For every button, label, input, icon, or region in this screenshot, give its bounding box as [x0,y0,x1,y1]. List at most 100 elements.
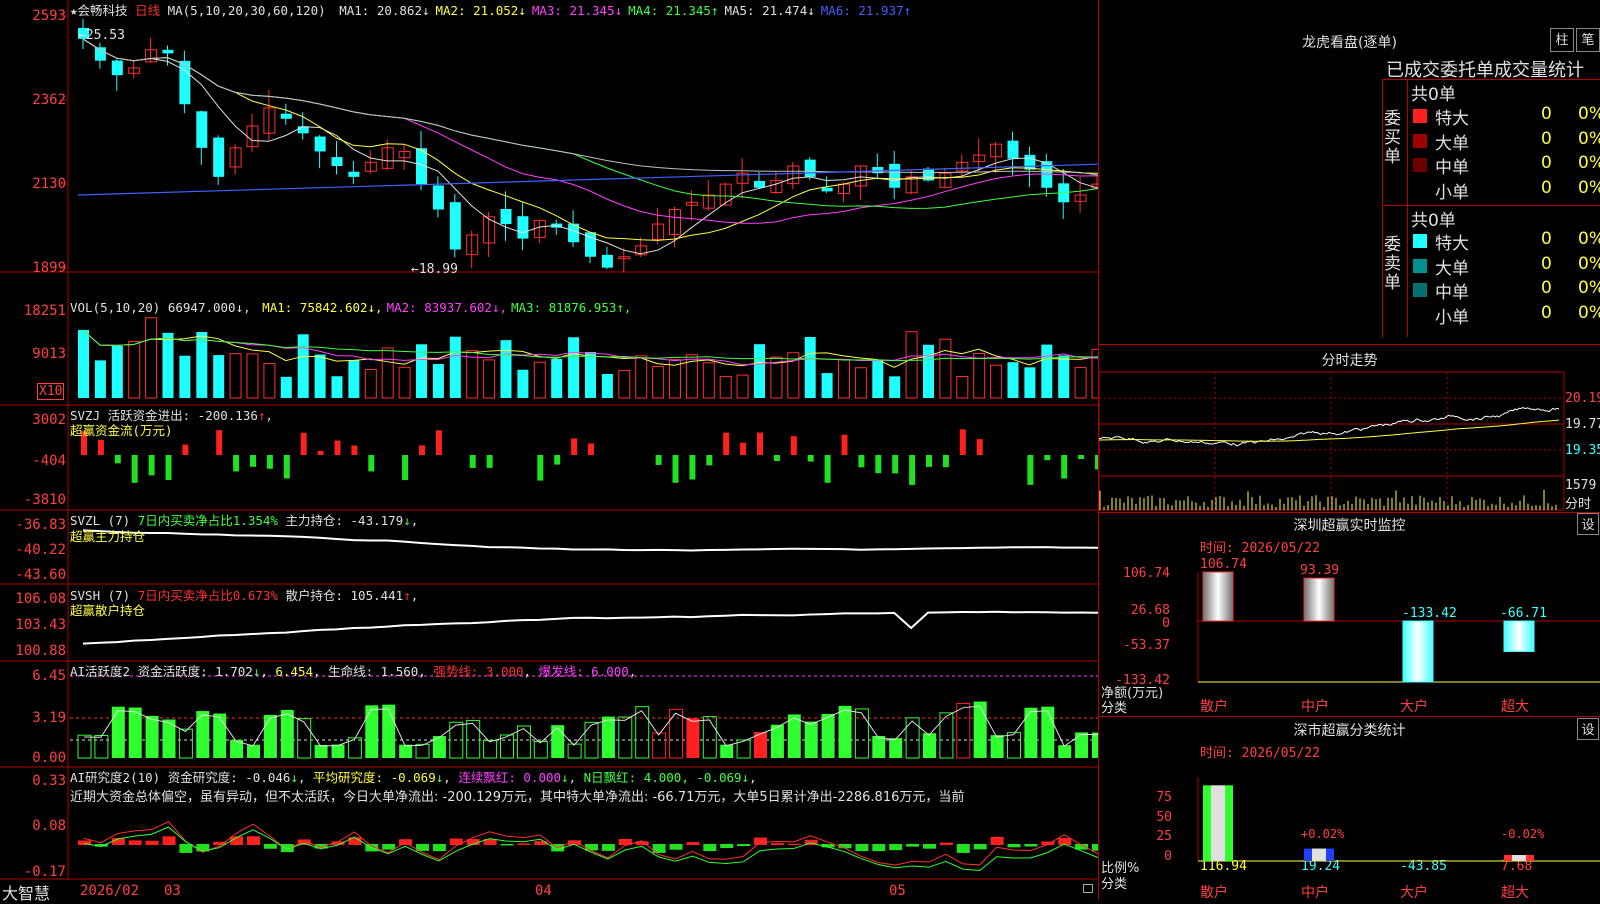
vol-value: 66947.000 [167,300,236,315]
activity-bar-hollow [533,741,548,759]
classify-settings-button[interactable]: 设 [1577,718,1599,740]
candle-body-down [331,157,343,166]
ma-params: MA(5,10,20,30,60,120) [167,3,326,18]
activity-bar [686,718,700,758]
x-axis-label-apr: 04 [535,883,552,899]
activity-bar-hollow [854,708,869,759]
vol-bar-up [483,359,496,399]
vol-bar-down [297,334,309,398]
research-bar [973,844,987,850]
main-holding-line [82,529,1098,552]
lock-icon[interactable] [1083,884,1093,893]
classify-value: -43.85 [1400,859,1447,874]
kline-y-label: 2593 [32,8,66,24]
monitor-value-label: -133.42 [1402,606,1457,621]
high-marker: ←25.53 [78,28,125,43]
chart-canvas [0,0,1098,880]
order-size-name: 大单 [1435,258,1469,279]
vol-unit-badge[interactable]: X10 [37,383,65,400]
period-label[interactable]: 日线 [135,3,160,18]
vol-bar-down [923,344,934,398]
vol-bar-down [517,369,529,398]
order-size-swatch [1413,283,1427,297]
activity-bar-hollow [702,716,717,759]
ma-3-value: MA3: 21.345↓ [531,3,623,18]
vol-ma-values: MA1: 75842.602↓, MA2: 83937.602↓, MA3: 818… [258,300,631,315]
bar-view-button[interactable]: 柱 [1550,28,1574,52]
stock-name[interactable]: ★会畅科技 [70,3,128,18]
fund-flow-bar [334,440,341,455]
research-bar [737,844,751,847]
vol-bar-down [889,376,901,398]
candle-body-down [314,136,326,152]
research-bar [145,840,159,845]
order-size-name: 小单 [1435,182,1469,203]
activity-bar-hollow [956,702,971,759]
ma-line [82,38,1098,209]
research-bar [956,844,970,853]
vol-ma-3-value: MA3: 81876.953↑, [511,300,632,315]
fund-flow-bar [807,455,814,462]
tick-view-button[interactable]: 笔 [1576,28,1600,52]
ma-1-value: MA1: 20.862↓ [339,3,430,18]
fund-flow-bar [773,455,780,462]
fund-flow-bar [655,455,662,465]
research-bar [923,844,936,849]
fund-flow-bar [926,455,932,467]
intraday-frame [1098,371,1565,511]
brand-label: 大智慧 [2,884,51,903]
research-bar [787,843,801,845]
fund-flow-bar [588,443,594,455]
ai-research-r4: N日飘红: 4.000, -0.069 [583,770,742,785]
research-bar [162,836,176,845]
svsh-hold: 散户持仓: 105.441 [285,588,404,603]
intraday-vol-max: 1579 [1565,478,1597,493]
research-bar [500,844,514,846]
activity-bar [213,713,227,758]
research-bar [585,844,598,851]
x-axis-label-feb: 2026/02 [80,883,140,899]
vol-bar-down [500,340,512,398]
fund-flow-bar [419,445,425,455]
activity-bar-hollow [669,708,683,759]
order-size-name: 大单 [1435,133,1469,154]
fund-flow-bar [250,455,256,467]
monitor-category: 散户 [1200,699,1228,715]
ai-life-line: 生命线: 1.560 [328,664,419,679]
svzl-y-2: -40.22 [15,542,66,558]
vol-y-label-2: 9013 [32,346,66,362]
activity-bar [145,715,159,758]
activity-bar [720,744,734,758]
vol-bar-up [246,353,259,399]
vol-bar-up [736,374,749,399]
monitor-settings-button[interactable]: 设 [1577,513,1599,535]
classify-bar-note: -0.02% [1501,827,1545,841]
vol-header: VOL(5,10,20) 66947.000↓, MA1: 75842.602↓… [70,300,632,315]
fund-flow-bar [706,455,713,466]
ai-research-y-1: 0.33 [32,773,66,789]
vol-bar-up [905,331,918,399]
vol-bar-down [1041,344,1053,398]
svsh-y-3: 100.88 [15,643,66,659]
fund-flow-bar [266,455,273,469]
vol-bar-up [719,376,732,399]
candle-body-down [889,163,901,188]
research-bar [1024,844,1038,847]
vol-bar-up [702,362,715,399]
fund-flow-bar [165,455,172,480]
classify-bar [1203,785,1233,861]
activity-bar-hollow [567,743,582,759]
fund-flow-bar [368,455,375,472]
candle-body-down [804,159,816,177]
kline-header: ★会畅科技 日线 MA(5,10,20,30,60,120) MA1: 20.8… [70,0,911,19]
activity-bar [399,744,413,758]
fund-flow-bar [1095,455,1098,470]
dragon-title: 龙虎看盘(逐单) [1302,35,1397,51]
monitor-cat-label: 分类 [1101,701,1128,716]
intraday-vol-label: 分时 [1565,497,1592,512]
order-size-swatch [1413,307,1427,322]
classify-category: 中户 [1301,885,1329,901]
ai-active-value: 资金活跃度: 1.702 [137,664,253,679]
vol-bar-up [1074,366,1087,399]
right-divider-3 [1099,716,1600,717]
